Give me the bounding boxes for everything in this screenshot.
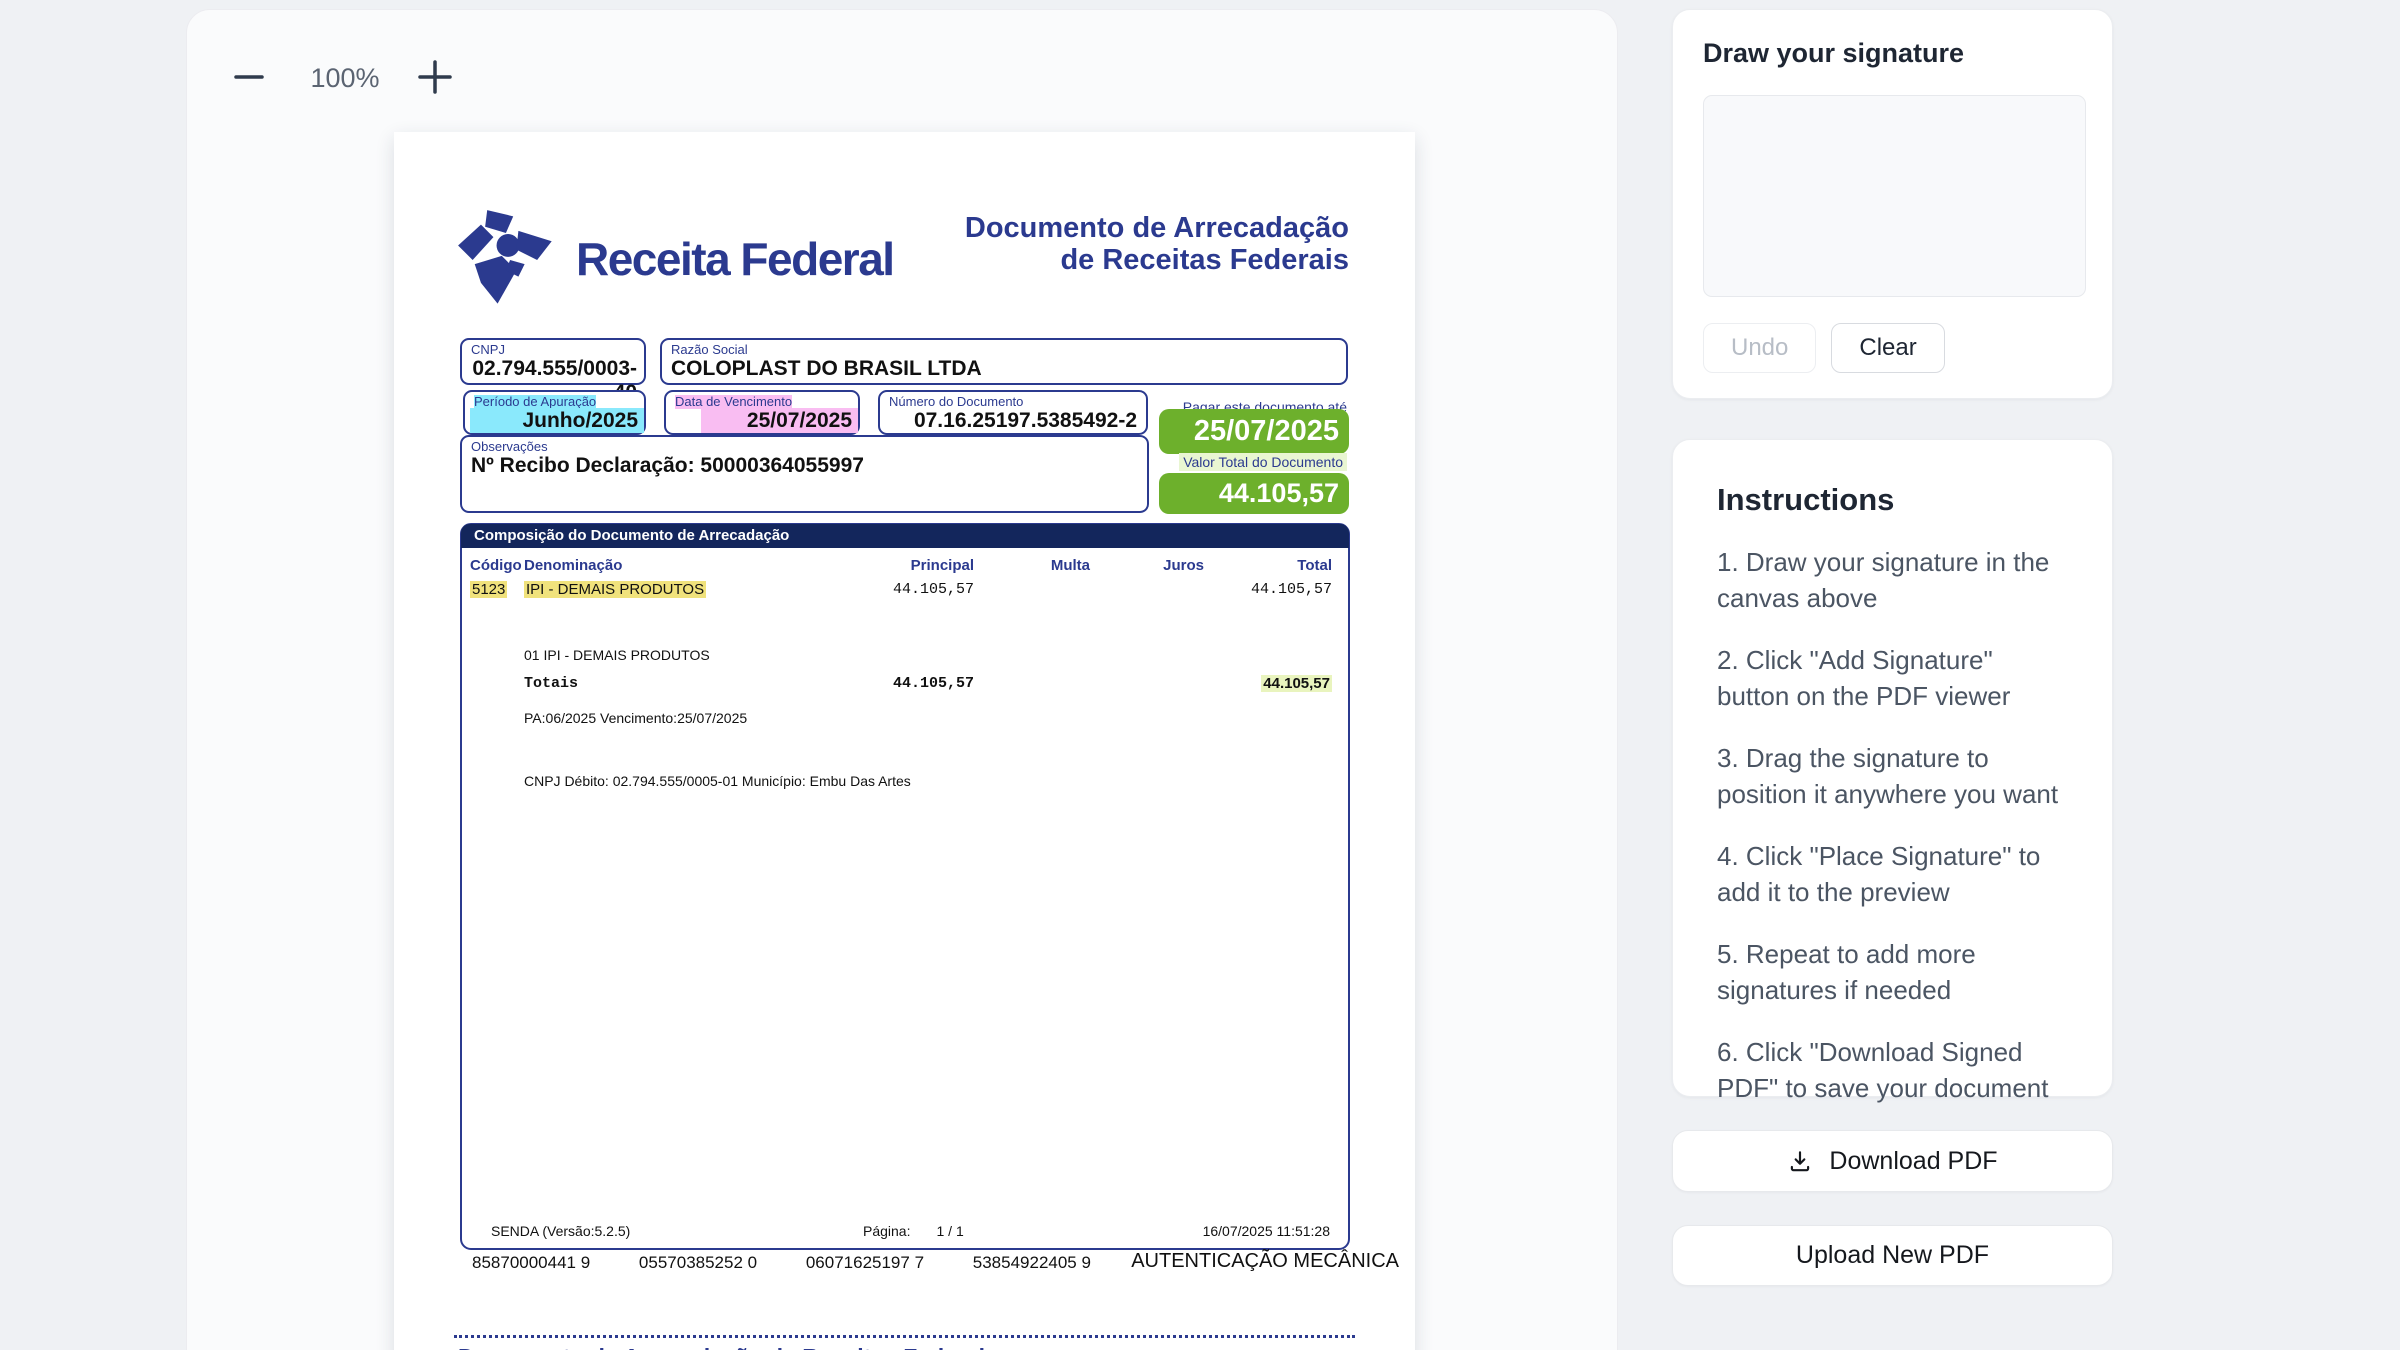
pdf-viewer-card: 100% Receita Federal Documento de Arreca… bbox=[186, 9, 1618, 1350]
field-value: Nº Recibo Declaração: 50000364055997 bbox=[462, 454, 1147, 478]
document-title: Documento de Arrecadação de Receitas Fed… bbox=[965, 212, 1349, 276]
signature-title: Draw your signature bbox=[1703, 38, 2082, 69]
pay-until-badge: 25/07/2025 bbox=[1159, 409, 1349, 454]
field-data-vencimento: Data de Vencimento 25/07/2025 bbox=[664, 390, 860, 435]
field-razao-social: Razão Social COLOPLAST DO BRASIL LTDA bbox=[660, 338, 1348, 385]
field-label: CNPJ bbox=[471, 343, 644, 357]
undo-button[interactable]: Undo bbox=[1703, 323, 1816, 373]
minus-icon bbox=[232, 60, 266, 97]
field-label: Número do Documento bbox=[889, 395, 1146, 409]
total-badge: 44.105,57 bbox=[1159, 473, 1349, 514]
footer-datetime: 16/07/2025 11:51:28 bbox=[1203, 1223, 1330, 1239]
field-numero-documento: Número do Documento 07.16.25197.5385492-… bbox=[878, 390, 1148, 435]
pdf-page: Receita Federal Documento de Arrecadação… bbox=[394, 132, 1415, 1350]
field-label: Observações bbox=[471, 440, 1147, 454]
next-section-title: Documento de Arrecadação de Receitas Fed… bbox=[458, 1344, 998, 1350]
field-value: COLOPLAST DO BRASIL LTDA bbox=[662, 357, 1346, 381]
logo-wordmark: Receita Federal bbox=[576, 232, 894, 286]
field-label: Data de Vencimento bbox=[675, 395, 858, 409]
instruction-item: 1. Draw your signature in the canvas abo… bbox=[1717, 544, 2068, 616]
total-label: Valor Total do Documento bbox=[1179, 454, 1347, 470]
table-row-total: 44.105,57 bbox=[1251, 581, 1332, 598]
zoom-in-button[interactable] bbox=[413, 56, 457, 100]
column-header: Total bbox=[1297, 557, 1332, 574]
document-footer: SENDA (Versão:5.2.5) Página:1 / 1 16/07/… bbox=[462, 1223, 1348, 1243]
plus-icon bbox=[415, 57, 455, 100]
instructions-title: Instructions bbox=[1717, 482, 2068, 518]
signature-canvas[interactable] bbox=[1703, 95, 2086, 297]
receita-federal-logo-icon bbox=[449, 208, 567, 312]
auth-mecanica-label: AUTENTICAÇÃO MECÂNICA bbox=[1131, 1250, 1399, 1273]
upload-new-pdf-button[interactable]: Upload New PDF bbox=[1672, 1225, 2113, 1286]
column-header: Multa bbox=[1051, 557, 1090, 574]
totals-label: Totais bbox=[524, 675, 578, 692]
composition-section: Composição do Documento de Arrecadação C… bbox=[460, 523, 1350, 1250]
field-cnpj: CNPJ 02.794.555/0003-40 bbox=[460, 338, 646, 385]
download-icon bbox=[1787, 1148, 1813, 1174]
barcode-numbers: 85870000441 9 05570385252 0 06071625197 … bbox=[472, 1253, 1135, 1273]
totals-total: 44.105,57 bbox=[1261, 675, 1332, 693]
field-value: 25/07/2025 bbox=[666, 409, 858, 433]
table-row-principal: 44.105,57 bbox=[893, 581, 974, 598]
field-value: 07.16.25197.5385492-2 bbox=[880, 409, 1146, 433]
zoom-out-button[interactable] bbox=[227, 56, 271, 100]
instruction-item: 3. Drag the signature to position it any… bbox=[1717, 740, 2068, 812]
footer-app-version: SENDA (Versão:5.2.5) bbox=[491, 1223, 630, 1239]
column-header: Denominação bbox=[524, 557, 622, 574]
instruction-item: 6. Click "Download Signed PDF" to save y… bbox=[1717, 1034, 2068, 1106]
signature-buttons: Undo Clear bbox=[1703, 323, 2082, 373]
instruction-item: 2. Click "Add Signature" button on the P… bbox=[1717, 642, 2068, 714]
signature-card: Draw your signature Undo Clear bbox=[1672, 9, 2113, 399]
instruction-item: 5. Repeat to add more signatures if need… bbox=[1717, 936, 2068, 1008]
field-label: Período de Apuração bbox=[474, 395, 644, 409]
footer-page-number: Página:1 / 1 bbox=[863, 1223, 964, 1239]
upload-label: Upload New PDF bbox=[1796, 1241, 1989, 1270]
section-title-bar: Composição do Documento de Arrecadação bbox=[461, 524, 1349, 548]
cut-dashed-line bbox=[454, 1335, 1355, 1338]
table-row-codigo: 5123 bbox=[470, 581, 507, 599]
column-header: Principal bbox=[911, 557, 974, 574]
instruction-item: 4. Click "Place Signature" to add it to … bbox=[1717, 838, 2068, 910]
zoom-level: 100% bbox=[285, 63, 405, 94]
field-value: Junho/2025 bbox=[465, 409, 644, 433]
table-row-denominacao: IPI - DEMAIS PRODUTOS bbox=[524, 581, 706, 599]
totals-principal: 44.105,57 bbox=[893, 675, 974, 692]
table-detail-lines: 01 IPI - DEMAIS PRODUTOS PA:06/2025 Venc… bbox=[524, 603, 911, 834]
column-header: Juros bbox=[1163, 557, 1204, 574]
download-label: Download PDF bbox=[1829, 1147, 1997, 1176]
download-pdf-button[interactable]: Download PDF bbox=[1672, 1130, 2113, 1192]
column-header: Código bbox=[470, 557, 522, 574]
field-observacoes: Observações Nº Recibo Declaração: 500003… bbox=[460, 435, 1149, 513]
instructions-card: Instructions 1. Draw your signature in t… bbox=[1672, 439, 2113, 1097]
field-periodo-apuracao: Período de Apuração Junho/2025 bbox=[463, 390, 646, 435]
field-label: Razão Social bbox=[671, 343, 1346, 357]
clear-button[interactable]: Clear bbox=[1831, 323, 1944, 373]
